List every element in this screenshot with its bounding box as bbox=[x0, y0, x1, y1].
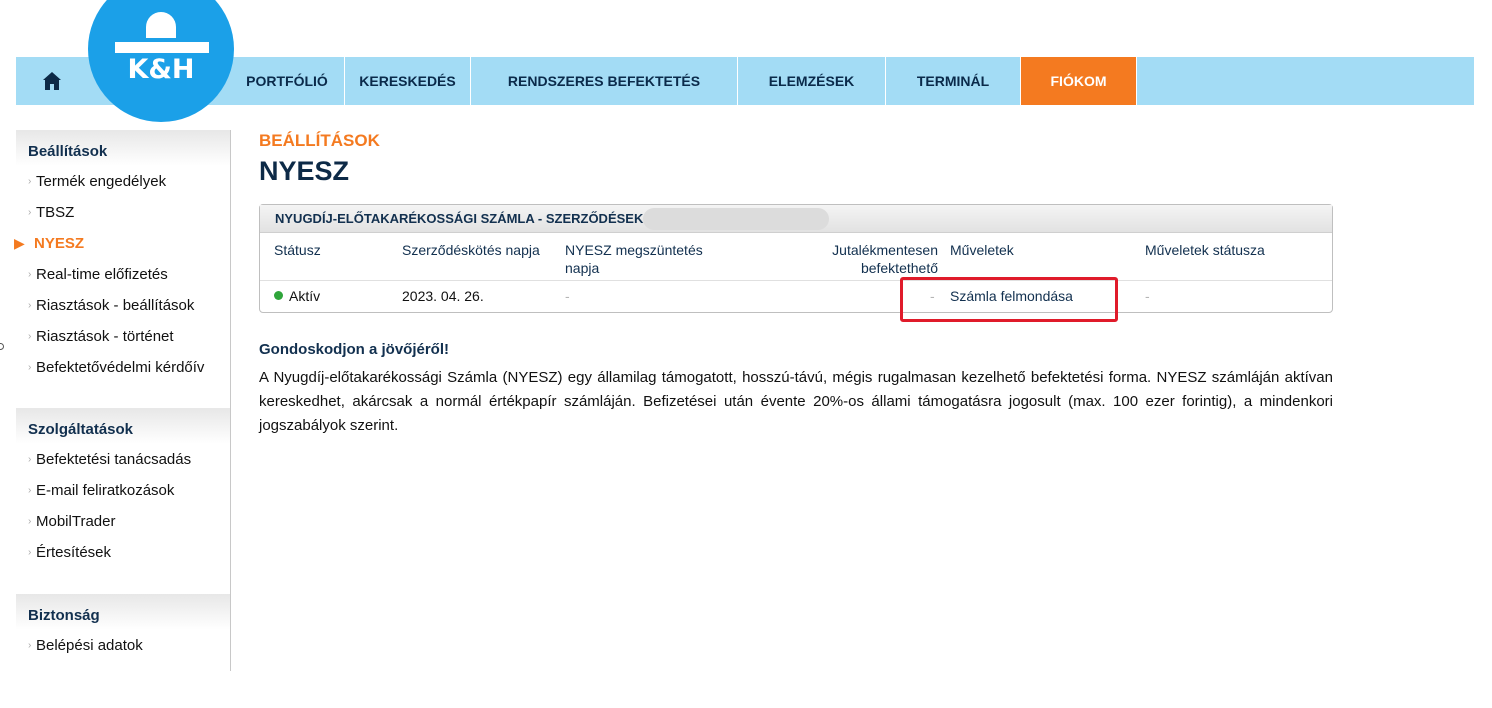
sidebar-item-realtime-subscription[interactable]: › Real-time előfizetés bbox=[16, 259, 230, 290]
sidebar-group-security: Biztonság › Belépési adatok bbox=[16, 594, 230, 661]
contract-date-cell: 2023. 04. 26. bbox=[402, 288, 484, 304]
table-header: Státusz Szerződéskötés napja NYESZ megsz… bbox=[260, 233, 1332, 281]
redacted-blur bbox=[643, 207, 830, 230]
page-title: NYESZ bbox=[259, 156, 350, 186]
bullet-icon: › bbox=[28, 516, 32, 527]
main-menu: PORTFÓLIÓ KERESKEDÉS RENDSZERES BEFEKTET… bbox=[230, 57, 1137, 105]
contracts-panel: NYUGDÍJ-ELŐTAKARÉKOSSÁGI SZÁMLA - SZERZŐ… bbox=[259, 204, 1333, 313]
sidebar-item-label: Riasztások - történet bbox=[36, 328, 174, 345]
sidebar-item-alerts-settings[interactable]: › Riasztások - beállítások bbox=[16, 290, 230, 321]
edge-artifact bbox=[0, 343, 4, 350]
sidebar-item-notifications[interactable]: › Értesítések bbox=[16, 537, 230, 568]
sidebar-item-email-subscriptions[interactable]: › E-mail feliratkozások bbox=[16, 475, 230, 506]
sidebar-item-alerts-history[interactable]: › Riasztások - történet bbox=[16, 321, 230, 352]
status-cell: Aktív bbox=[274, 288, 320, 304]
sidebar-item-label: TBSZ bbox=[36, 204, 75, 221]
sidebar-heading: Szolgáltatások bbox=[16, 408, 230, 444]
bullet-icon: › bbox=[28, 207, 32, 218]
panel-title: NYUGDÍJ-ELŐTAKARÉKOSSÁGI SZÁMLA - SZERZŐ… bbox=[275, 211, 644, 226]
sidebar-item-label: Belépési adatok bbox=[36, 637, 143, 654]
bullet-icon: › bbox=[28, 485, 32, 496]
logo-figure-head bbox=[146, 12, 176, 38]
sidebar-item-investment-advice[interactable]: › Befektetési tanácsadás bbox=[16, 444, 230, 475]
sidebar-group-services: Szolgáltatások › Befektetési tanácsadás ›… bbox=[16, 408, 230, 568]
table-row: Aktív 2023. 04. 26. - - Számla felmondás… bbox=[260, 281, 1332, 311]
nav-analysis[interactable]: ELEMZÉSEK bbox=[738, 57, 886, 105]
bullet-icon: › bbox=[28, 362, 32, 373]
status-text: Aktív bbox=[289, 288, 321, 304]
nav-trading[interactable]: KERESKEDÉS bbox=[345, 57, 471, 105]
logo-text: K&H bbox=[127, 54, 195, 85]
col-actions-status: Műveletek státusza bbox=[1145, 242, 1265, 258]
top-navigation: PORTFÓLIÓ KERESKEDÉS RENDSZERES BEFEKTET… bbox=[16, 57, 1474, 105]
sidebar-group-settings: Beállítások › Termék engedélyek › TBSZ ▶ NY… bbox=[14, 130, 230, 383]
nav-terminal[interactable]: TERMINÁL bbox=[886, 57, 1021, 105]
sidebar-item-label: Befektetővédelmi kérdőív bbox=[36, 359, 205, 376]
sidebar-heading: Beállítások bbox=[16, 130, 230, 166]
nav-portfolio[interactable]: PORTFÓLIÓ bbox=[230, 57, 345, 105]
bullet-icon: › bbox=[28, 454, 32, 465]
sidebar-item-investor-questionnaire[interactable]: › Befektetővédelmi kérdőív bbox=[16, 352, 230, 383]
home-icon bbox=[43, 72, 61, 90]
col-actions: Műveletek bbox=[950, 242, 1014, 258]
sidebar-item-label: Riasztások - beállítások bbox=[36, 297, 195, 314]
nav-recurring-investment[interactable]: RENDSZERES BEFEKTETÉS bbox=[471, 57, 738, 105]
sidebar-item-tbsz[interactable]: › TBSZ bbox=[16, 197, 230, 228]
promo-title: Gondoskodjon a jövőjéről! bbox=[259, 341, 450, 358]
col-status: Státusz bbox=[274, 242, 321, 258]
bullet-icon: › bbox=[28, 269, 32, 280]
logo-figure-bar bbox=[115, 42, 209, 53]
sidebar-item-label: E-mail feliratkozások bbox=[36, 482, 175, 499]
sidebar-item-label: MobilTrader bbox=[36, 513, 116, 530]
sidebar-item-label: Real-time előfizetés bbox=[36, 266, 168, 283]
sidebar-item-label: NYESZ bbox=[34, 235, 85, 252]
active-arrow-icon: ▶ bbox=[14, 235, 25, 251]
sidebar: Beállítások › Termék engedélyek › TBSZ ▶ NY… bbox=[14, 130, 231, 671]
bullet-icon: › bbox=[28, 300, 32, 311]
termination-date-cell: - bbox=[565, 288, 570, 304]
sidebar-item-login-details[interactable]: › Belépési adatok bbox=[16, 630, 230, 661]
bullet-icon: › bbox=[28, 547, 32, 558]
col-commission-free: Jutalékmentesen befektethető bbox=[832, 242, 938, 276]
bullet-icon: › bbox=[28, 640, 32, 651]
bullet-icon: › bbox=[28, 331, 32, 342]
section-kicker: BEÁLLÍTÁSOK bbox=[259, 131, 380, 150]
bullet-icon: › bbox=[28, 176, 32, 187]
status-dot-icon bbox=[274, 291, 283, 300]
red-highlight-box bbox=[900, 277, 1118, 322]
promo-text: A Nyugdíj-előtakarékossági Számla (NYESZ… bbox=[259, 369, 1333, 434]
panel-header: NYUGDÍJ-ELŐTAKARÉKOSSÁGI SZÁMLA - SZERZŐ… bbox=[260, 205, 1332, 233]
sidebar-item-mobiltrader[interactable]: › MobilTrader bbox=[16, 506, 230, 537]
sidebar-item-label: Termék engedélyek bbox=[36, 173, 167, 190]
sidebar-heading: Biztonság bbox=[16, 594, 230, 630]
action-status-cell: - bbox=[1145, 288, 1150, 304]
sidebar-item-label: Befektetési tanácsadás bbox=[36, 451, 192, 468]
sidebar-item-product-permissions[interactable]: › Termék engedélyek bbox=[16, 166, 230, 197]
col-contract-date: Szerződéskötés napja bbox=[402, 242, 540, 258]
nav-my-account[interactable]: FIÓKOM bbox=[1021, 57, 1137, 105]
col-termination-date: NYESZ megszüntetés napja bbox=[565, 242, 703, 276]
sidebar-item-label: Értesítések bbox=[36, 544, 112, 561]
sidebar-item-nyesz[interactable]: ▶ NYESZ bbox=[14, 228, 230, 259]
